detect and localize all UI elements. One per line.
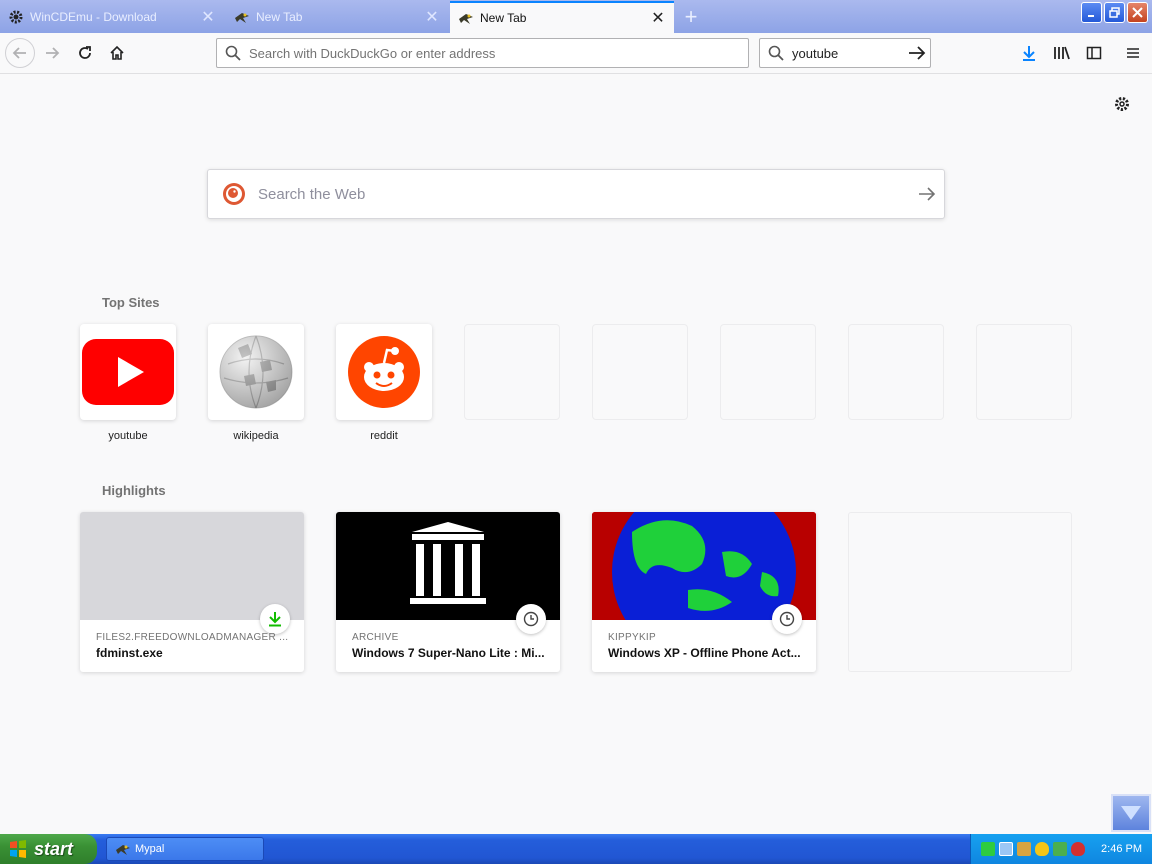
top-site-empty <box>592 324 688 420</box>
web-search-box[interactable] <box>207 169 945 219</box>
tab-title: New Tab <box>256 10 303 24</box>
top-site-empty <box>848 324 944 420</box>
tray-green-icon[interactable] <box>981 842 995 856</box>
scroll-down-button[interactable] <box>1111 794 1151 832</box>
tray-monitor-icon[interactable] <box>999 842 1013 856</box>
taskbar-item-mypal[interactable]: Mypal <box>106 837 264 861</box>
search-icon <box>768 45 784 61</box>
menu-button[interactable] <box>1119 39 1147 67</box>
web-search-input[interactable] <box>256 184 896 204</box>
wikipedia-globe-icon <box>219 335 293 409</box>
highlight-title: Windows 7 Super-Nano Lite : Mi... <box>352 646 545 660</box>
sidebar-button[interactable] <box>1080 39 1108 67</box>
forward-button[interactable] <box>38 39 66 67</box>
sidebar-icon <box>1086 46 1102 60</box>
tab-title: New Tab <box>480 11 527 25</box>
reload-icon <box>79 46 91 59</box>
search-input[interactable] <box>790 44 900 62</box>
close-tab-icon[interactable]: ✕ <box>424 9 440 26</box>
start-button[interactable]: start <box>0 834 97 864</box>
tray-security-shield-icon[interactable] <box>1071 842 1085 856</box>
top-sites-heading: Top Sites <box>102 295 160 310</box>
top-site-youtube[interactable] <box>80 324 176 420</box>
downloads-button[interactable] <box>1015 39 1043 67</box>
restore-button[interactable] <box>1104 2 1125 23</box>
top-site-label: youtube <box>108 430 148 442</box>
reload-button[interactable] <box>71 39 99 67</box>
search-submit-arrow-icon[interactable] <box>918 186 936 202</box>
taskbar: start Mypal 2:46 PM <box>0 834 1152 864</box>
search-icon <box>225 45 241 61</box>
highlight-title: Windows XP - Offline Phone Act... <box>608 646 801 660</box>
library-button[interactable] <box>1048 39 1076 67</box>
taskbar-clock: 2:46 PM <box>1101 843 1142 855</box>
top-site-label: reddit <box>370 430 398 442</box>
mypal-icon <box>234 9 250 25</box>
search-bar[interactable] <box>759 38 931 68</box>
go-arrow-icon[interactable] <box>908 45 926 61</box>
home-icon <box>110 45 124 60</box>
arrow-left-icon <box>12 47 26 59</box>
tab-new-tab-2[interactable]: New Tab ✕ <box>450 1 674 33</box>
highlight-card-archive[interactable]: ARCHIVE Windows 7 Super-Nano Lite : Mi..… <box>336 512 560 672</box>
taskbar-item-label: Mypal <box>135 843 165 855</box>
hamburger-menu-icon <box>1127 48 1139 58</box>
windows-logo-icon <box>10 840 26 858</box>
tray-shield-icon[interactable] <box>1035 842 1049 856</box>
home-button[interactable] <box>103 39 131 67</box>
start-label: start <box>34 838 74 859</box>
back-button[interactable] <box>5 38 35 68</box>
highlight-host: ARCHIVE <box>352 632 399 643</box>
highlight-title: fdminst.exe <box>96 646 163 660</box>
tray-update-icon[interactable] <box>1053 842 1067 856</box>
settings-gear-icon[interactable] <box>1112 94 1132 114</box>
system-tray: 2:46 PM <box>970 834 1152 864</box>
youtube-logo-icon <box>82 339 174 405</box>
arrow-right-icon <box>46 47 60 59</box>
clock-icon <box>772 604 802 634</box>
url-input[interactable] <box>247 44 737 62</box>
mypal-icon <box>458 10 474 26</box>
top-site-wikipedia[interactable] <box>208 324 304 420</box>
highlight-host: KIPPYKIP <box>608 632 656 643</box>
tab-title: WinCDEmu - Download <box>30 10 157 24</box>
top-site-empty <box>976 324 1072 420</box>
top-site-empty <box>720 324 816 420</box>
new-tab-button[interactable]: + <box>680 6 702 28</box>
highlights-heading: Highlights <box>102 483 166 498</box>
gear-icon <box>8 9 24 25</box>
arrow-down-icon <box>1121 806 1141 820</box>
mypal-icon <box>116 845 130 855</box>
reddit-logo-icon <box>348 336 420 408</box>
close-tab-icon[interactable]: ✕ <box>650 10 666 27</box>
highlight-card-fdminst[interactable]: FILES2.FREEDOWNLOADMANAGER ... fdminst.e… <box>80 512 304 672</box>
tab-strip: WinCDEmu - Download ✕ New Tab ✕ New Tab … <box>0 0 1152 33</box>
tab-new-tab-1[interactable]: New Tab ✕ <box>226 1 448 33</box>
tray-app-icon[interactable] <box>1017 842 1031 856</box>
highlight-card-kippykip[interactable]: KIPPYKIP Windows XP - Offline Phone Act.… <box>592 512 816 672</box>
close-window-button[interactable] <box>1127 2 1148 23</box>
download-icon <box>1023 46 1035 61</box>
highlight-host: FILES2.FREEDOWNLOADMANAGER ... <box>96 632 289 643</box>
window-controls <box>1081 2 1148 23</box>
tab-wincdemu[interactable]: WinCDEmu - Download ✕ <box>0 1 224 33</box>
library-icon <box>1054 46 1070 60</box>
duckduckgo-logo-icon <box>223 183 245 205</box>
minimize-button[interactable] <box>1081 2 1102 23</box>
url-bar[interactable] <box>216 38 749 68</box>
close-tab-icon[interactable]: ✕ <box>200 9 216 26</box>
download-icon <box>260 604 290 634</box>
navigation-toolbar <box>0 33 1152 74</box>
clock-icon <box>516 604 546 634</box>
top-site-label: wikipedia <box>233 430 279 442</box>
highlight-card-empty <box>848 512 1072 672</box>
top-site-reddit[interactable] <box>336 324 432 420</box>
top-site-empty <box>464 324 560 420</box>
